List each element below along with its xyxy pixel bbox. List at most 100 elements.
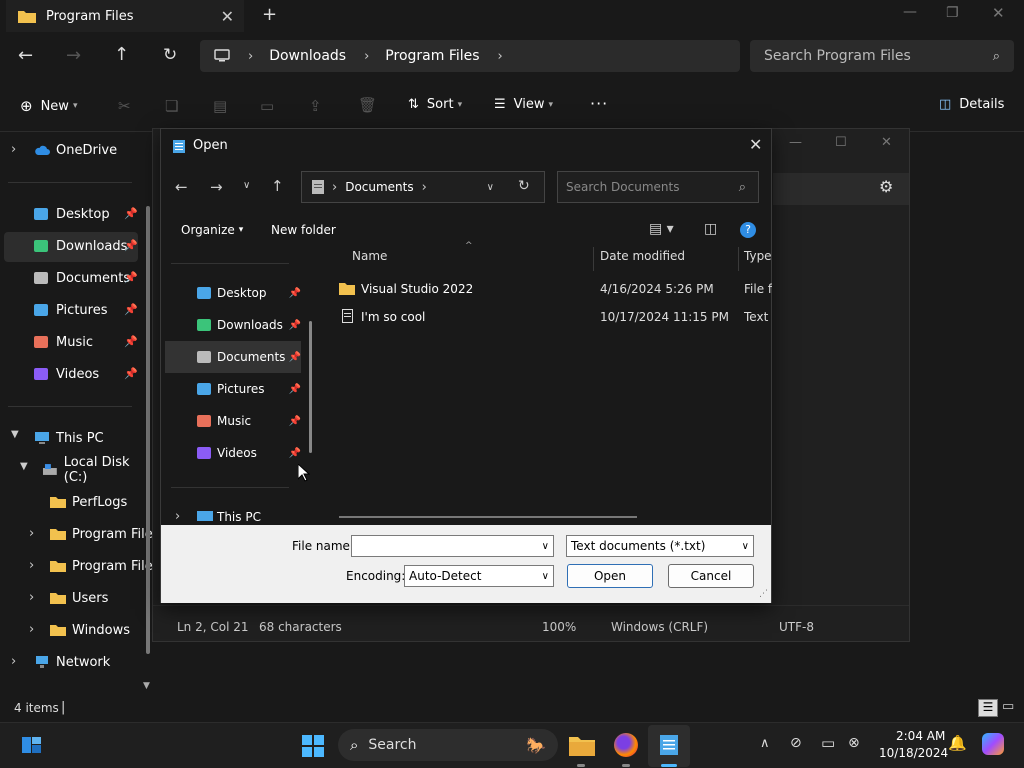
chevron-down-icon[interactable]: ▼: [11, 429, 19, 440]
chevron-down-icon[interactable]: ▼: [20, 461, 28, 472]
horizontal-scrollbar[interactable]: [339, 516, 637, 518]
chevron-down-icon[interactable]: ∨: [542, 541, 549, 552]
clock-time[interactable]: 2:04 AM: [896, 729, 945, 743]
sidebar-folder[interactable]: Users: [50, 584, 108, 612]
sidebar-item-music[interactable]: Music: [34, 328, 93, 356]
nav-item-documents[interactable]: Documents 📌: [165, 341, 301, 373]
sidebar-item-downloads[interactable]: Downloads: [34, 232, 127, 260]
paste-icon[interactable]: ▤: [213, 97, 227, 115]
forward-arrow-icon[interactable]: →: [210, 178, 223, 196]
preview-pane-icon[interactable]: ◫: [704, 221, 717, 237]
chevron-right-icon[interactable]: ›: [29, 590, 34, 605]
zoom-level[interactable]: 100%: [542, 620, 576, 634]
nav-this-pc[interactable]: This PC: [217, 510, 261, 524]
chevron-right-icon[interactable]: ›: [175, 509, 180, 524]
nav-item-downloads[interactable]: Downloads 📌: [165, 309, 301, 341]
pin-icon[interactable]: 📌: [124, 367, 138, 380]
sidebar-item-this-pc[interactable]: This PC: [34, 424, 104, 452]
sidebar-scrollbar[interactable]: [146, 206, 150, 654]
minimize-icon[interactable]: —: [903, 4, 917, 20]
nav-scrollbar[interactable]: [309, 321, 312, 453]
nav-item-desktop[interactable]: Desktop 📌: [165, 277, 301, 309]
clock-date[interactable]: 10/18/2024: [879, 746, 948, 760]
sidebar-folder[interactable]: PerfLogs: [50, 488, 127, 516]
address-bar[interactable]: › Downloads › Program Files ›: [200, 40, 740, 72]
details-button[interactable]: ◫ Details: [939, 97, 1004, 112]
breadcrumb-program-files[interactable]: Program Files: [385, 48, 479, 64]
cancel-button[interactable]: Cancel: [668, 564, 754, 588]
share-icon[interactable]: ⇪: [309, 97, 322, 115]
pin-icon[interactable]: 📌: [289, 384, 301, 395]
new-folder-button[interactable]: New folder: [271, 223, 336, 237]
chevron-up-icon[interactable]: ∧: [760, 736, 770, 751]
tiles-view-icon[interactable]: ▭: [1002, 699, 1014, 714]
file-row[interactable]: I'm so cool 10/17/2024 11:15 PM Text D: [337, 304, 773, 332]
display-icon[interactable]: ▭: [821, 734, 835, 752]
network-offline-icon[interactable]: ⊘: [790, 735, 802, 751]
forward-arrow-icon[interactable]: →: [66, 45, 81, 66]
sidebar-item-pictures[interactable]: Pictures: [34, 296, 107, 324]
refresh-icon[interactable]: ↻: [163, 45, 177, 65]
chevron-right-icon[interactable]: ›: [11, 654, 16, 669]
open-button[interactable]: Open: [567, 564, 653, 588]
back-arrow-icon[interactable]: ←: [175, 178, 188, 196]
nav-item-pictures[interactable]: Pictures 📌: [165, 373, 301, 405]
file-type-select[interactable]: Text documents (*.txt) ∨: [566, 535, 754, 557]
pin-icon[interactable]: 📌: [289, 288, 301, 299]
sidebar-item-local-disk[interactable]: Local Disk (C:): [42, 455, 156, 485]
help-icon[interactable]: ?: [740, 222, 756, 238]
recent-locations-icon[interactable]: ∨: [243, 180, 250, 191]
new-tab-icon[interactable]: +: [262, 4, 277, 25]
file-name-input[interactable]: ∨: [351, 535, 554, 557]
chevron-right-icon[interactable]: ›: [29, 558, 34, 573]
cut-icon[interactable]: ✂: [118, 97, 131, 115]
copilot-icon[interactable]: [982, 733, 1004, 755]
column-name[interactable]: Name: [352, 249, 387, 263]
chevron-down-icon[interactable]: ∨: [487, 182, 494, 193]
sidebar-item-network[interactable]: Network: [34, 648, 110, 676]
view-options-icon[interactable]: ▤ ▾: [649, 221, 674, 237]
maximize-icon[interactable]: ❐: [946, 5, 959, 21]
sidebar-item-documents[interactable]: Documents: [34, 264, 130, 292]
chevron-right-icon[interactable]: ›: [29, 622, 34, 637]
up-arrow-icon[interactable]: ↑: [114, 44, 129, 65]
nav-item-music[interactable]: Music 📌: [165, 405, 301, 437]
close-dialog-icon[interactable]: ✕: [749, 135, 762, 154]
column-date-modified[interactable]: Date modified: [600, 249, 685, 263]
close-icon[interactable]: ✕: [881, 135, 892, 150]
chevron-right-icon[interactable]: ›: [29, 526, 34, 541]
line-ending[interactable]: Windows (CRLF): [611, 620, 708, 634]
sidebar-item-onedrive[interactable]: OneDrive: [34, 136, 117, 164]
dialog-search[interactable]: Search Documents ⌕: [557, 171, 759, 203]
dialog-address-label[interactable]: Documents: [345, 180, 413, 194]
close-tab-icon[interactable]: ✕: [221, 7, 234, 26]
delete-icon[interactable]: 🗑: [358, 96, 377, 114]
pin-icon[interactable]: 📌: [124, 271, 138, 284]
up-arrow-icon[interactable]: ↑: [271, 177, 284, 195]
pin-icon[interactable]: 📌: [289, 352, 301, 363]
file-encoding[interactable]: UTF-8: [779, 620, 814, 634]
sidebar-folder[interactable]: Program File: [50, 520, 153, 548]
start-windows-icon[interactable]: [302, 735, 324, 757]
pin-icon[interactable]: 📌: [289, 448, 301, 459]
sort-button[interactable]: ⇅ Sort ▾: [408, 97, 462, 112]
firefox-icon[interactable]: [614, 733, 638, 757]
breadcrumb-downloads[interactable]: Downloads: [269, 48, 346, 64]
resize-grip-icon[interactable]: ⋰: [759, 589, 768, 599]
notification-bell-icon[interactable]: 🔔: [948, 734, 967, 752]
minimize-icon[interactable]: —: [789, 135, 802, 150]
close-window-icon[interactable]: ✕: [992, 4, 1005, 22]
pin-icon[interactable]: 📌: [124, 303, 138, 316]
more-options-icon[interactable]: ···: [590, 94, 608, 113]
maximize-icon[interactable]: ☐: [835, 135, 847, 150]
notepad-taskbar-icon[interactable]: [660, 733, 678, 755]
widgets-icon[interactable]: [22, 735, 42, 755]
sidebar-item-videos[interactable]: Videos: [34, 360, 99, 388]
new-button[interactable]: ⊕ New ▾: [20, 97, 77, 115]
chevron-right-icon[interactable]: ›: [11, 142, 16, 157]
pin-icon[interactable]: 📌: [124, 335, 138, 348]
view-button[interactable]: ☰ View ▾: [494, 97, 553, 112]
organize-button[interactable]: Organize ▾: [181, 223, 243, 237]
taskbar-search[interactable]: ⌕ Search 🐎: [338, 729, 558, 761]
explorer-search[interactable]: Search Program Files ⌕: [750, 40, 1014, 72]
